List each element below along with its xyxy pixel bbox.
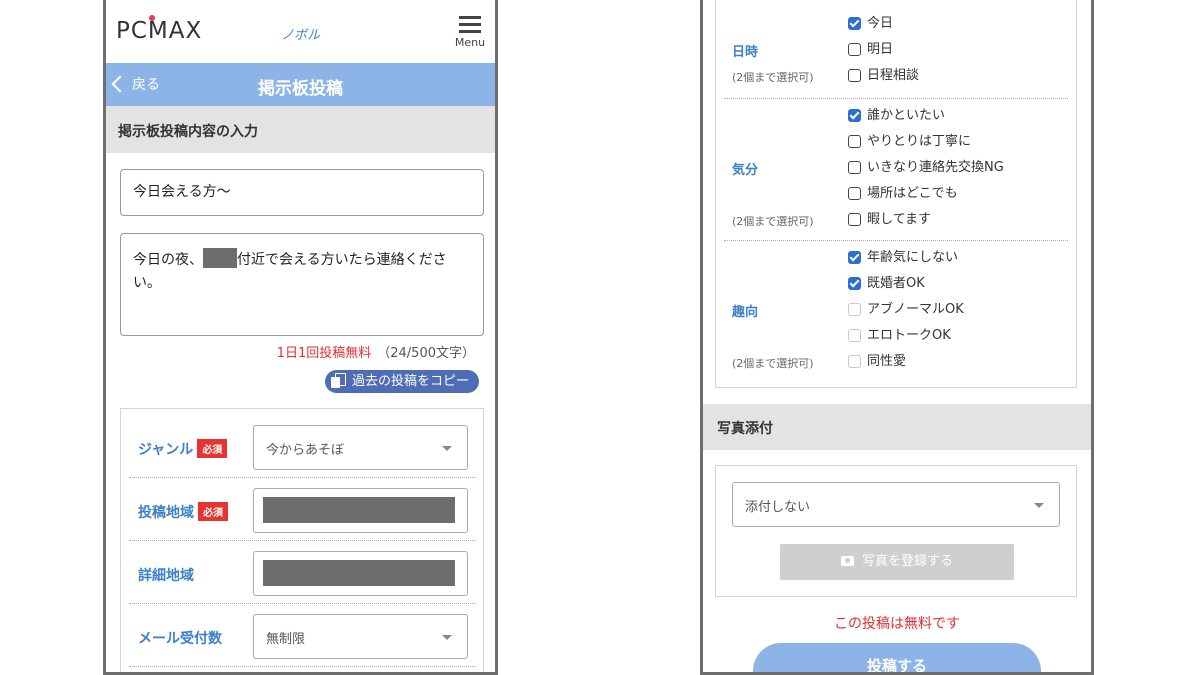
post-settings-form: ジャンル 必須 今からあそぼ 投稿地域 必須 詳細地域 メール受付数 無制限 [120,408,484,672]
detail-region-row: 詳細地域 [121,543,483,604]
preference-label: 趣向 [732,305,759,320]
hamburger-icon [453,16,487,33]
checkbox-icon[interactable] [848,43,861,56]
camera-icon [840,556,854,566]
checkbox-icon[interactable] [848,187,861,200]
section-header-input: 掲示板投稿内容の入力 [106,106,495,153]
datetime-label: 日時 [732,45,759,60]
option-anywhere[interactable]: 場所はどこでも [848,185,958,205]
menu-button[interactable]: Menu [453,16,487,49]
page-title: 掲示板投稿 [258,79,343,99]
page-titlebar: 戻る 掲示板投稿 [106,63,495,106]
option-today[interactable]: 今日 [848,15,893,35]
genre-selected-value: 今からあそぼ [266,443,345,458]
free-post-note: 1日1回投稿無料 [276,346,372,361]
checkbox-disabled-icon[interactable] [848,329,861,342]
mood-group: 気分 (2個まで選択可) 誰かといたい やりとりは丁寧に いきなり連絡先交換NG… [716,99,1076,241]
option-erotalk-ok[interactable]: エロトークOK [848,327,951,347]
submit-post-button[interactable]: 投稿する [753,643,1041,675]
option-abnormal-ok[interactable]: アブノーマルOK [848,301,964,321]
register-photo-label: 写真を登録する [861,554,953,569]
mail-limit-selected-value: 無制限 [266,632,306,647]
attach-selected-value: 添付しない [745,500,811,515]
copy-icon [330,373,346,388]
char-count: （24/500文字） [377,346,475,361]
photo-attach-box: 添付しない 写真を登録する [715,465,1077,597]
region-input[interactable] [253,488,468,533]
datetime-note: (2個まで選択可) [732,71,814,84]
detail-region-input[interactable] [253,551,468,596]
detail-region-label: 詳細地域 [138,568,194,584]
dropdown-arrow-icon [442,446,452,451]
mail-limit-select[interactable]: 無制限 [253,614,468,659]
redacted-region [263,497,455,523]
checkbox-icon[interactable] [848,213,861,226]
logo-dot [149,15,155,21]
genre-label: ジャンル 必須 [138,439,228,459]
checkbox-icon[interactable] [848,69,861,82]
free-post-notice: この投稿は無料です [834,616,960,632]
region-row: 投稿地域 必須 [121,480,483,541]
post-body-text-start: 今日の夜、 [133,252,203,268]
tag-options-box: 日時 (2個まで選択可) 今日 明日 日程相談 気分 (2個まで選択可) 誰かと… [715,0,1077,388]
mood-note: (2個まで選択可) [732,215,814,228]
genre-select[interactable]: 今からあそぼ [253,425,468,470]
option-polite-exchange[interactable]: やりとりは丁寧に [848,133,971,153]
top-header: PCMAX ノボル Menu [106,0,495,63]
copy-button-label: 過去の投稿をコピー [351,374,469,389]
option-married-ok[interactable]: 既婚者OK [848,275,925,295]
redacted-location [203,248,237,268]
checkbox-icon[interactable] [848,161,861,174]
option-tomorrow[interactable]: 明日 [848,41,893,61]
checkbox-checked-icon[interactable] [848,251,861,264]
submit-label: 投稿する [866,657,927,675]
preference-note: (2個まで選択可) [732,357,814,370]
section-title: 掲示板投稿内容の入力 [118,124,258,140]
post-title-value: 今日会える方〜 [133,184,231,200]
mail-limit-label: メール受付数 [138,631,222,647]
datetime-group: 日時 (2個まで選択可) 今日 明日 日程相談 [716,0,1076,99]
checkbox-disabled-icon[interactable] [848,303,861,316]
post-body-textarea[interactable]: 今日の夜、 付近で会える方いたら連絡ください。 [120,233,484,336]
option-free-time[interactable]: 暇してます [848,211,931,231]
option-same-sex[interactable]: 同性愛 [848,353,906,373]
photo-section-title: 写真添付 [717,421,773,437]
required-badge: 必須 [198,502,228,521]
checkbox-disabled-icon[interactable] [848,355,861,368]
user-name[interactable]: ノボル [106,24,495,43]
checkbox-checked-icon[interactable] [848,277,861,290]
dropdown-arrow-icon [442,635,452,640]
attach-select[interactable]: 添付しない [732,482,1060,527]
required-badge: 必須 [197,439,228,458]
post-counter: 1日1回投稿無料 （24/500文字） [277,342,475,361]
redacted-detail-region [263,560,455,586]
preference-group: 趣向 (2個まで選択可) 年齢気にしない 既婚者OK アブノーマルOK エロトー… [716,241,1076,387]
option-no-sudden-contact[interactable]: いきなり連絡先交換NG [848,159,1004,179]
register-photo-button[interactable]: 写真を登録する [780,544,1014,580]
menu-label: Menu [454,36,486,49]
section-header-photo: 写真添付 [703,404,1091,450]
mail-limit-row: メール受付数 無制限 [121,606,483,667]
left-phone-screen: PCMAX ノボル Menu 戻る 掲示板投稿 掲示板投稿内容の入力 今日会える… [103,0,498,675]
right-phone-screen: 日時 (2個まで選択可) 今日 明日 日程相談 気分 (2個まで選択可) 誰かと… [700,0,1094,675]
copy-past-post-button[interactable]: 過去の投稿をコピー [324,370,479,393]
genre-row: ジャンル 必須 今からあそぼ [121,417,483,478]
checkbox-checked-icon[interactable] [848,109,861,122]
checkbox-icon[interactable] [848,135,861,148]
mood-label: 気分 [732,163,759,178]
checkbox-checked-icon[interactable] [848,17,861,30]
post-title-input[interactable]: 今日会える方〜 [120,169,484,216]
dropdown-arrow-icon [1034,503,1044,508]
option-want-company[interactable]: 誰かといたい [848,107,945,127]
option-schedule-consult[interactable]: 日程相談 [848,67,919,87]
option-age-no-matter[interactable]: 年齢気にしない [848,249,958,269]
region-label: 投稿地域 必須 [138,502,228,522]
